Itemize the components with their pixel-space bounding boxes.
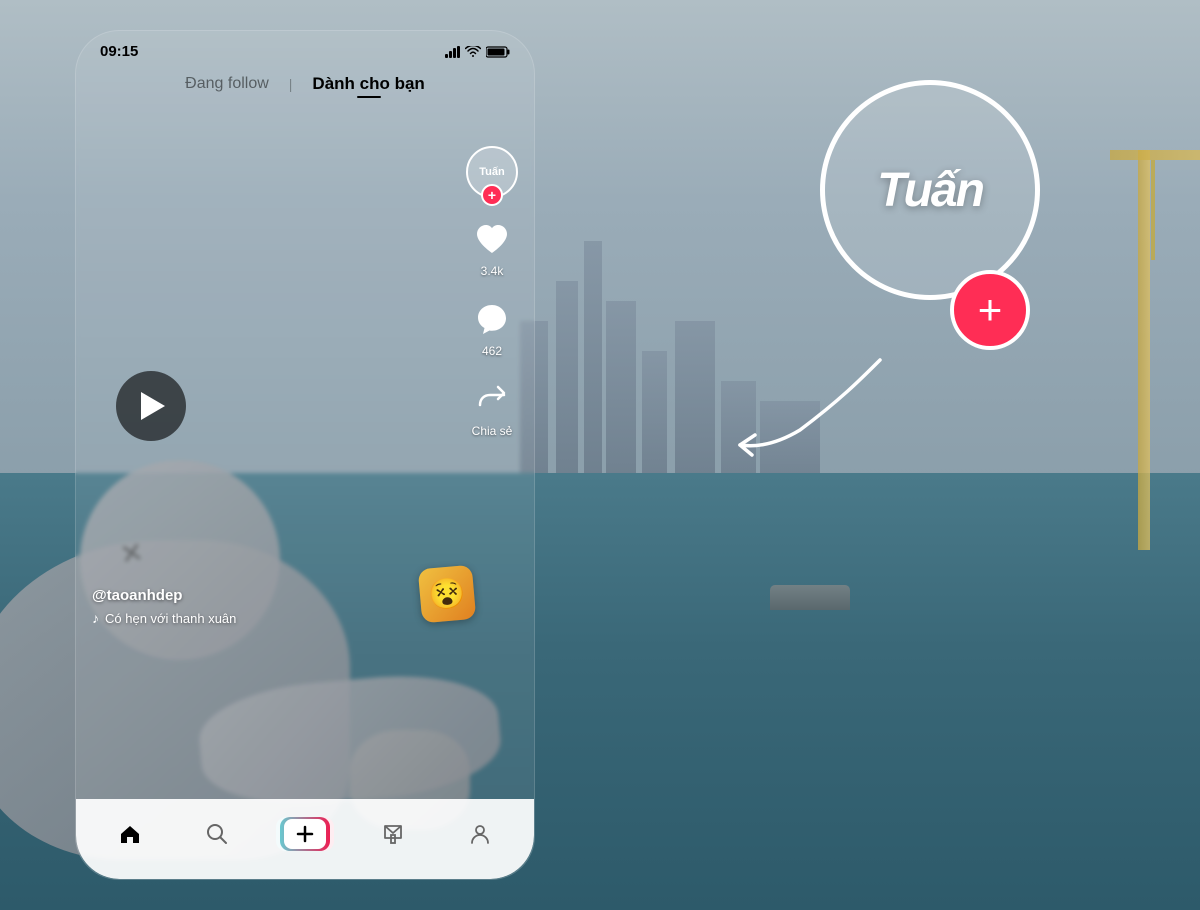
profile-icon bbox=[467, 821, 493, 847]
crane-arm bbox=[1110, 150, 1200, 160]
wifi-icon bbox=[465, 46, 481, 58]
avatar-label: Tuấn bbox=[479, 166, 504, 178]
comment-count: 462 bbox=[482, 344, 502, 358]
video-area[interactable]: Tuấn + 3.4k 462 bbox=[76, 106, 534, 706]
music-note-icon: ♪ bbox=[92, 610, 99, 626]
video-info: @taoanhdep ♪ Có hẹn với thanh xuân bbox=[92, 587, 454, 626]
crane bbox=[1138, 150, 1150, 550]
tab-for-you[interactable]: Dành cho bạn bbox=[312, 74, 424, 94]
share-icon bbox=[471, 378, 513, 420]
nav-inbox[interactable] bbox=[349, 821, 437, 847]
clock: 09:15 bbox=[100, 43, 138, 60]
share-button[interactable]: Chia sẻ bbox=[471, 378, 513, 438]
nav-search[interactable] bbox=[174, 821, 262, 847]
tab-following[interactable]: Đang follow bbox=[185, 75, 269, 93]
bottom-navigation bbox=[76, 799, 534, 879]
battery-icon bbox=[486, 46, 510, 58]
username: @taoanhdep bbox=[92, 587, 454, 604]
music-title: Có hẹn với thanh xuân bbox=[105, 611, 236, 626]
nav-profile[interactable] bbox=[436, 821, 524, 847]
home-icon bbox=[117, 821, 143, 847]
action-buttons: Tuấn + 3.4k 462 bbox=[466, 146, 518, 438]
status-icons bbox=[445, 46, 510, 58]
like-button[interactable]: 3.4k bbox=[471, 218, 513, 278]
comment-icon bbox=[471, 298, 513, 340]
share-label: Chia sẻ bbox=[472, 424, 513, 438]
phone-frame: 09:15 Đang follow | Dành ch bbox=[75, 30, 535, 880]
search-icon bbox=[204, 821, 230, 847]
sticker-emoji: 😵 bbox=[418, 565, 477, 624]
like-count: 3.4k bbox=[481, 264, 504, 278]
inbox-icon bbox=[380, 821, 406, 847]
play-button[interactable] bbox=[116, 371, 186, 441]
nav-home[interactable] bbox=[86, 821, 174, 847]
follow-button[interactable]: + bbox=[481, 184, 503, 206]
creator-avatar[interactable]: Tuấn + bbox=[466, 146, 518, 198]
boat bbox=[770, 585, 850, 610]
signal-icon bbox=[445, 46, 460, 58]
add-post-inner bbox=[284, 819, 326, 849]
crane-cable bbox=[1151, 160, 1155, 260]
feed-nav-tabs: Đang follow | Dành cho bạn bbox=[76, 66, 534, 106]
music-row: ♪ Có hẹn với thanh xuân bbox=[92, 610, 454, 626]
like-icon bbox=[471, 218, 513, 260]
play-triangle-icon bbox=[141, 392, 165, 420]
status-bar: 09:15 bbox=[76, 31, 534, 66]
tab-divider: | bbox=[289, 76, 293, 92]
nav-add[interactable] bbox=[261, 817, 349, 851]
add-post-button[interactable] bbox=[280, 817, 330, 851]
comment-button[interactable]: 462 bbox=[471, 298, 513, 358]
